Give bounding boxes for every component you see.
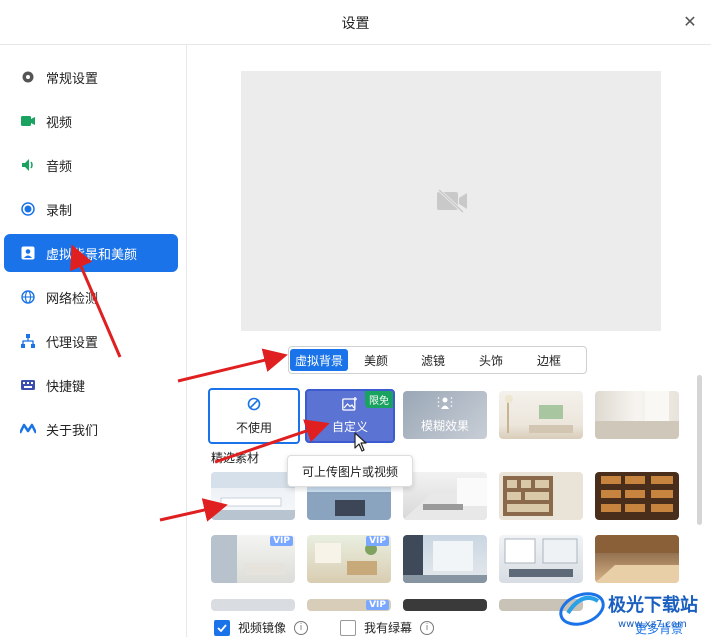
person-icon (20, 245, 36, 261)
tab-border[interactable]: 边框 (520, 349, 578, 371)
background-thumbnail[interactable] (403, 599, 487, 611)
sidebar-item-general[interactable]: 常规设置 (4, 58, 178, 96)
scrollbar[interactable] (697, 375, 702, 525)
greenscreen-label: 我有绿幕 (364, 621, 413, 635)
speaker-icon (20, 157, 36, 173)
sidebar-item-video[interactable]: 视频 (4, 102, 178, 140)
mirror-checkbox[interactable]: 视频镜像 i (214, 619, 309, 636)
background-thumbnail[interactable]: VIP (307, 599, 391, 611)
background-thumbnail[interactable] (595, 535, 679, 583)
camera-off-icon (436, 188, 468, 217)
sidebar-item-shortcuts[interactable]: 快捷键 (4, 366, 178, 404)
sidebar-item-label: 快捷键 (46, 379, 86, 395)
option-none-label: 不使用 (235, 420, 272, 435)
sidebar-item-proxy[interactable]: 代理设置 (4, 322, 178, 360)
sidebar-item-record[interactable]: 录制 (4, 190, 178, 228)
sidebar-item-label: 视频 (46, 115, 73, 131)
title-bar: 设置 ✕ (0, 0, 711, 45)
keyboard-icon (20, 377, 36, 393)
background-thumbnail[interactable] (403, 472, 487, 520)
info-icon[interactable]: i (420, 620, 435, 635)
mirror-label: 视频镜像 (238, 621, 287, 635)
logo-icon (20, 421, 36, 437)
checkbox-unchecked-icon (340, 619, 356, 636)
sidebar: 常规设置 视频 音频 录制 虚拟背景和美颜 网络检测 代理设置 快捷键 关于我们 (0, 45, 187, 637)
ban-icon (247, 397, 261, 415)
watermark-url: www.xz7.com (618, 619, 687, 630)
sidebar-item-network[interactable]: 网络检测 (4, 278, 178, 316)
main-panel: 虚拟背景 美颜 滤镜 头饰 边框 不使用 限免 自定义 模糊效果 精选素材 VI… (187, 45, 711, 637)
vip-badge: VIP (270, 536, 293, 546)
watermark-logo-icon: 极光下载站 www.xz7.com (559, 592, 698, 630)
sidebar-item-virtual-background[interactable]: 虚拟背景和美颜 (4, 234, 178, 272)
sidebar-item-label: 关于我们 (46, 423, 99, 439)
window-title: 设置 (341, 16, 370, 32)
background-thumbnail[interactable] (211, 599, 295, 611)
option-none[interactable]: 不使用 (208, 388, 300, 444)
record-icon (20, 201, 36, 217)
mouse-cursor-icon (354, 432, 367, 452)
option-blur-label: 模糊效果 (420, 419, 469, 433)
globe-icon (20, 289, 36, 305)
background-thumbnail[interactable] (595, 391, 679, 439)
info-icon[interactable]: i (294, 620, 309, 635)
upload-tooltip: 可上传图片或视频 (287, 455, 413, 487)
background-thumbnail[interactable] (595, 472, 679, 520)
sidebar-item-label: 录制 (46, 203, 73, 219)
background-thumbnail[interactable] (499, 535, 583, 583)
background-thumbnail[interactable]: VIP (211, 535, 295, 583)
blur-person-icon (437, 396, 453, 414)
sidebar-item-audio[interactable]: 音频 (4, 146, 178, 184)
watermark: 极光下载站 www.xz7.com (556, 583, 706, 635)
background-thumbnail[interactable] (211, 472, 295, 520)
option-custom[interactable]: 限免 自定义 (305, 389, 395, 443)
sidebar-item-label: 网络检测 (46, 291, 99, 307)
tab-beauty[interactable]: 美颜 (348, 349, 404, 371)
sidebar-item-label: 虚拟背景和美颜 (46, 247, 138, 263)
free-badge: 限免 (365, 391, 393, 408)
video-icon (20, 113, 36, 129)
background-thumbnail[interactable]: VIP (307, 535, 391, 583)
image-add-icon (342, 397, 358, 415)
background-thumbnail[interactable] (403, 535, 487, 583)
close-icon[interactable]: ✕ (679, 10, 701, 32)
watermark-text: 极光下载站 (608, 594, 698, 616)
sidebar-item-about[interactable]: 关于我们 (4, 410, 178, 448)
sidebar-item-label: 代理设置 (46, 335, 99, 351)
network-icon (20, 333, 36, 349)
vip-badge: VIP (366, 536, 389, 546)
background-thumbnail[interactable] (499, 472, 583, 520)
sidebar-item-label: 常规设置 (46, 71, 99, 87)
greenscreen-checkbox[interactable]: 我有绿幕 i (340, 619, 435, 636)
feature-tabs: 虚拟背景 美颜 滤镜 头饰 边框 (288, 346, 587, 374)
gear-icon (20, 69, 36, 85)
background-thumbnail[interactable] (499, 391, 583, 439)
checkbox-checked-icon (214, 619, 230, 636)
vip-badge: VIP (366, 600, 389, 610)
sidebar-item-label: 音频 (46, 159, 73, 175)
section-label: 精选素材 (211, 451, 260, 465)
tab-filter[interactable]: 滤镜 (404, 349, 462, 371)
camera-preview (241, 71, 661, 331)
tab-virtual-background[interactable]: 虚拟背景 (290, 349, 348, 371)
option-blur[interactable]: 模糊效果 (403, 391, 487, 439)
tab-headwear[interactable]: 头饰 (462, 349, 520, 371)
